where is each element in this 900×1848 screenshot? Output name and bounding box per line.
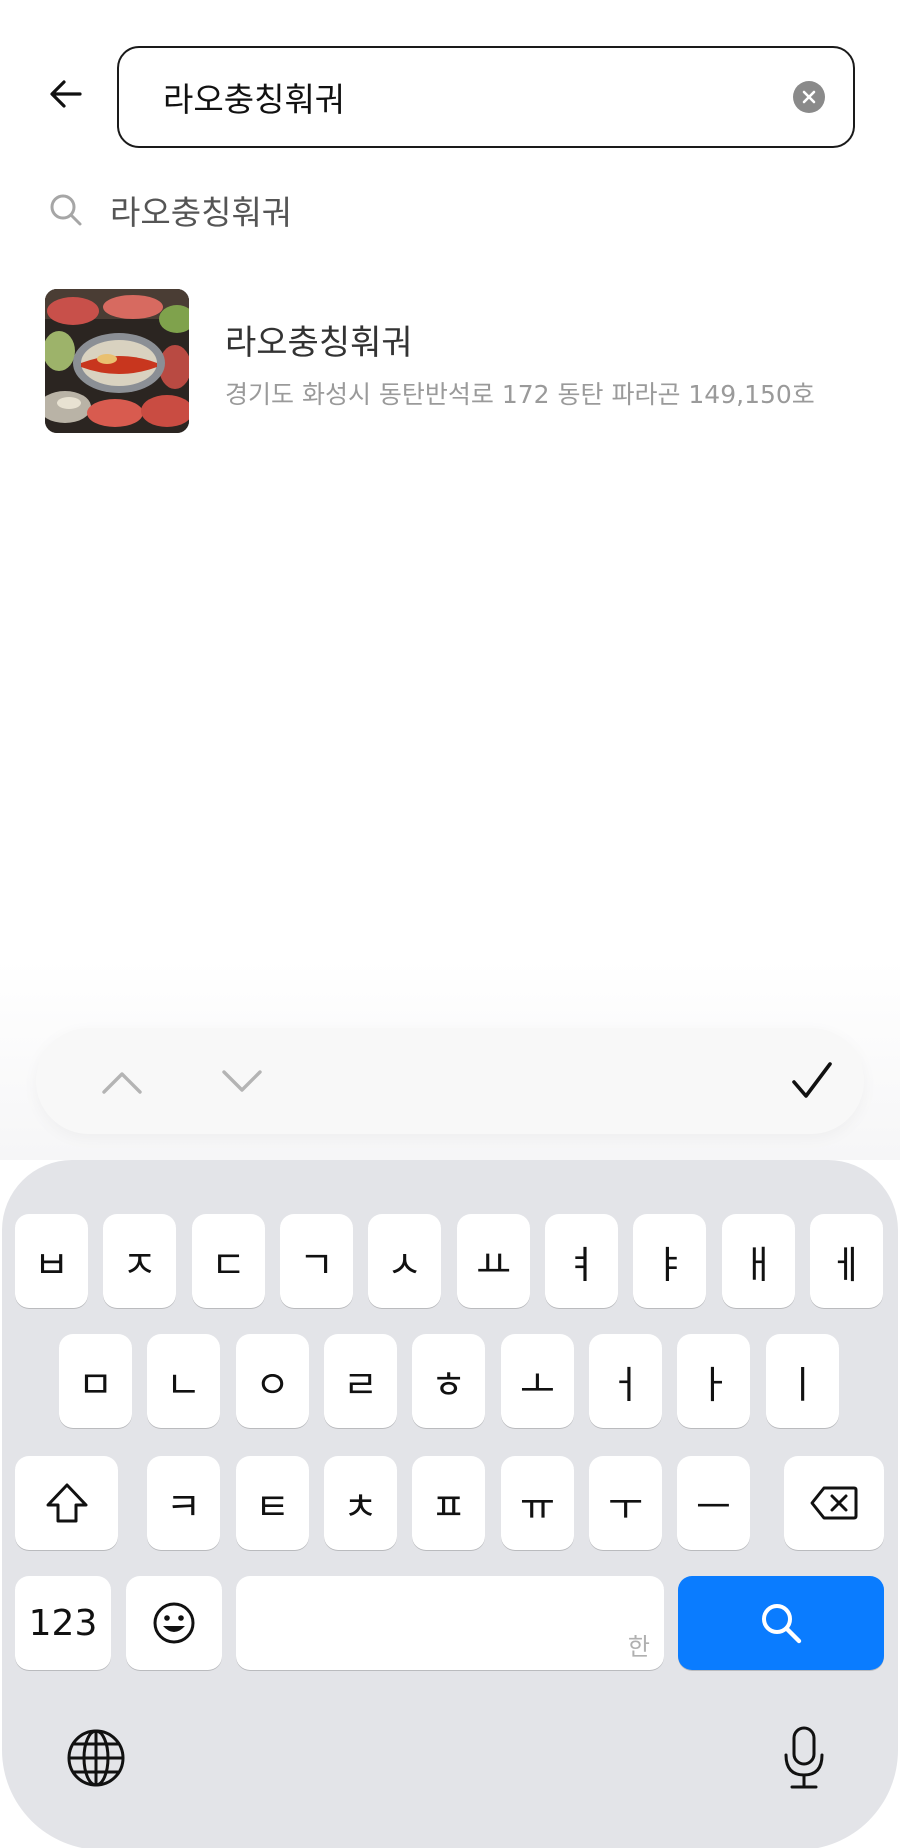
globe-icon <box>67 1729 125 1787</box>
delete-key[interactable] <box>784 1456 884 1550</box>
search-icon <box>762 1604 802 1644</box>
key-siot[interactable]: ㅅ <box>368 1214 441 1308</box>
next-field-button[interactable] <box>212 1052 272 1112</box>
hotpot-thumbnail <box>45 289 189 433</box>
key-yu[interactable]: ㅠ <box>501 1456 574 1550</box>
search-bar <box>117 46 855 148</box>
key-u[interactable]: ㅜ <box>589 1456 662 1550</box>
emoji-icon <box>153 1602 195 1644</box>
numbers-key-label: 123 <box>28 1602 98 1644</box>
search-icon <box>50 194 82 226</box>
key-yeo[interactable]: ㅕ <box>545 1214 618 1308</box>
key-o[interactable]: ㅗ <box>501 1334 574 1428</box>
key-i[interactable]: ㅣ <box>766 1334 839 1428</box>
space-key[interactable]: 한 <box>236 1576 664 1670</box>
key-bieup[interactable]: ㅂ <box>15 1214 88 1308</box>
clear-circle-icon <box>802 90 816 104</box>
key-eo[interactable]: ㅓ <box>589 1334 662 1428</box>
shift-arrow-icon <box>46 1483 87 1523</box>
key-tieut[interactable]: ㅌ <box>236 1456 309 1550</box>
key-rieul[interactable]: ㄹ <box>324 1334 397 1428</box>
key-eu[interactable]: ㅡ <box>677 1456 750 1550</box>
shift-key[interactable] <box>15 1456 118 1550</box>
key-ya[interactable]: ㅑ <box>633 1214 706 1308</box>
dictation-key[interactable] <box>764 1718 844 1798</box>
key-e[interactable]: ㅔ <box>810 1214 883 1308</box>
key-nieun[interactable]: ㄴ <box>147 1334 220 1428</box>
backspace-icon <box>810 1486 858 1520</box>
key-kieuk[interactable]: ㅋ <box>147 1456 220 1550</box>
language-switch-key[interactable] <box>56 1718 136 1798</box>
keyboard-accessory-bar <box>36 1028 864 1134</box>
place-address: 경기도 화성시 동탄반석로 172 동탄 파라곤 149,150호 <box>225 380 815 409</box>
key-ae[interactable]: ㅐ <box>722 1214 795 1308</box>
search-suggestion[interactable]: 라오충칭훠궈 <box>48 183 292 237</box>
checkmark-icon <box>792 1062 832 1098</box>
key-pieup[interactable]: ㅍ <box>412 1456 485 1550</box>
previous-field-button[interactable] <box>92 1052 152 1112</box>
search-input[interactable] <box>163 48 723 146</box>
arrow-left-icon <box>50 80 82 108</box>
emoji-key[interactable] <box>126 1576 222 1670</box>
back-button[interactable] <box>44 72 88 116</box>
key-chieut[interactable]: ㅊ <box>324 1456 397 1550</box>
clear-search-button[interactable] <box>793 81 825 113</box>
key-giyeok[interactable]: ㄱ <box>280 1214 353 1308</box>
key-digeut[interactable]: ㄷ <box>192 1214 265 1308</box>
korean-keyboard: ㅂ ㅈ ㄷ ㄱ ㅅ ㅛ ㅕ ㅑ ㅐ ㅔ ㅁ ㄴ ㅇ ㄹ ㅎ ㅗ ㅓ ㅏ ㅣ ㅋ … <box>2 1160 898 1848</box>
microphone-icon <box>784 1726 824 1789</box>
key-a[interactable]: ㅏ <box>677 1334 750 1428</box>
key-yo[interactable]: ㅛ <box>457 1214 530 1308</box>
done-button[interactable] <box>782 1052 842 1112</box>
numbers-key[interactable]: 123 <box>15 1576 111 1670</box>
key-mieum[interactable]: ㅁ <box>59 1334 132 1428</box>
key-ieung[interactable]: ㅇ <box>236 1334 309 1428</box>
chevron-up-icon <box>102 1072 142 1094</box>
key-jieut[interactable]: ㅈ <box>103 1214 176 1308</box>
chevron-down-icon <box>222 1070 262 1092</box>
key-hieut[interactable]: ㅎ <box>412 1334 485 1428</box>
place-result[interactable]: 라오충칭훠궈 경기도 화성시 동탄반석로 172 동탄 파라곤 149,150호 <box>45 289 865 434</box>
place-name: 라오충칭훠궈 <box>225 323 413 363</box>
search-key[interactable] <box>678 1576 884 1670</box>
suggestion-text: 라오충칭훠궈 <box>110 193 293 232</box>
language-hint: 한 <box>627 1633 650 1661</box>
